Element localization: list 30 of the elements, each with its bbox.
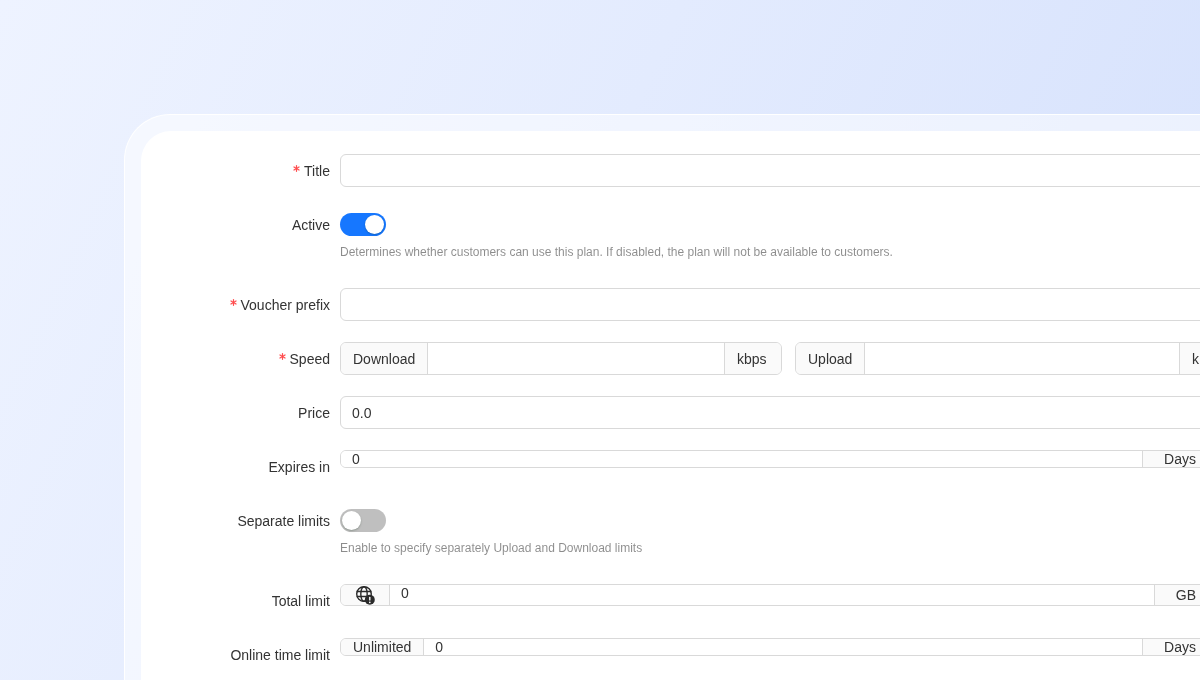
input-group[interactable]: Download kbps: [340, 342, 782, 375]
unit-label: k: [1179, 343, 1200, 374]
field-label: Speed: [289, 350, 330, 367]
input-field[interactable]: 0.0: [340, 396, 1200, 429]
globe-alert-icon: [355, 585, 375, 605]
toggle-switch[interactable]: [340, 509, 386, 532]
toggle-switch[interactable]: [340, 213, 386, 236]
unit-label: Days: [1142, 451, 1200, 467]
field-label: Online time limit: [230, 646, 330, 663]
field-label: Active: [291, 216, 330, 233]
help-text: Enable to specify separately Upload and Download limits: [340, 540, 644, 557]
input-field[interactable]: [340, 288, 1200, 321]
field-label: Separate limits: [237, 512, 330, 529]
unit-label: kbps: [724, 343, 781, 374]
field-label: Expires in: [268, 458, 330, 475]
field-label: Price: [298, 404, 330, 421]
input-field[interactable]: [340, 154, 1200, 187]
unit-label: Days: [1142, 639, 1200, 655]
input-group[interactable]: 0 Days: [340, 450, 1200, 468]
input-group[interactable]: 0 GB: [340, 584, 1200, 606]
input-group[interactable]: Upload k: [795, 342, 1200, 375]
help-text: Determines whether customers can use this plan. If disabled, the plan will not be available to customers.: [340, 244, 894, 261]
input-group[interactable]: Unlimited 0 Days: [340, 638, 1200, 656]
prefix-label: Upload: [796, 343, 866, 374]
field-label: Voucher prefix: [240, 296, 330, 313]
unit-label: GB: [1153, 585, 1200, 605]
prefix-label: Unlimited: [341, 639, 425, 655]
prefix-label: Download: [341, 343, 429, 374]
field-label: Total limit: [271, 592, 330, 609]
field-label: Title: [304, 162, 330, 179]
